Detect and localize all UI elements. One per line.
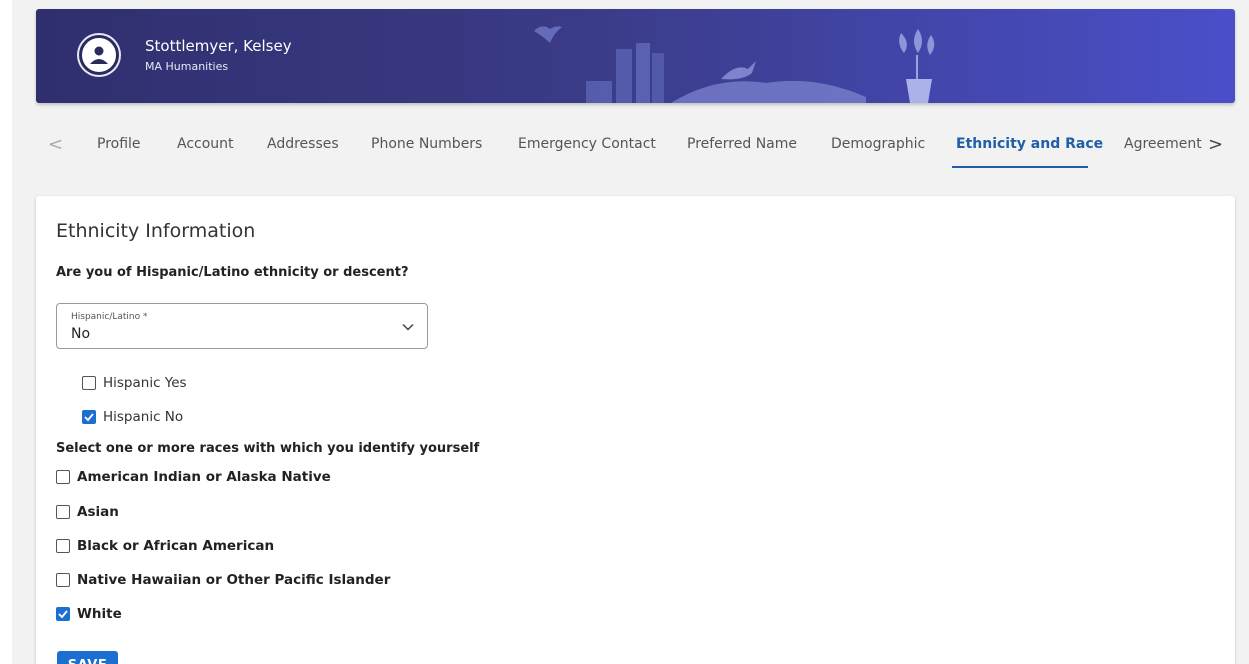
tab-profile[interactable]: Profile	[97, 136, 141, 152]
race-option-native-hawaiian[interactable]: Native Hawaiian or Other Pacific Islande…	[56, 572, 390, 588]
active-tab-indicator	[952, 166, 1088, 168]
option-label: Hispanic Yes	[103, 375, 187, 391]
checkbox-hispanic-no[interactable]	[82, 410, 96, 424]
checkbox-white[interactable]	[56, 607, 70, 621]
tab-account[interactable]: Account	[177, 136, 234, 152]
option-label: Asian	[77, 504, 119, 520]
hispanic-latino-select[interactable]: Hispanic/Latino * No	[56, 303, 428, 349]
library-illustration	[534, 26, 935, 103]
race-question: Select one or more races with which you …	[56, 441, 480, 456]
tab-addresses[interactable]: Addresses	[267, 136, 339, 152]
chevron-left-icon[interactable]: <	[48, 134, 63, 155]
tab-preferred-name[interactable]: Preferred Name	[687, 136, 797, 152]
tab-phone-numbers[interactable]: Phone Numbers	[371, 136, 482, 152]
check-icon	[58, 610, 68, 619]
option-label: Native Hawaiian or Other Pacific Islande…	[77, 572, 391, 588]
select-value: No	[71, 326, 91, 342]
select-label: Hispanic/Latino *	[71, 312, 148, 322]
option-label: American Indian or Alaska Native	[77, 469, 331, 485]
hispanic-no-option[interactable]: Hispanic No	[82, 409, 183, 425]
race-option-white[interactable]: White	[56, 606, 122, 622]
page-edge	[0, 0, 12, 664]
profile-tab-bar: < Profile Account Addresses Phone Number…	[36, 122, 1235, 170]
race-option-american-indian[interactable]: American Indian or Alaska Native	[56, 469, 331, 485]
tab-overflow-clip: Agreement	[1122, 122, 1202, 170]
save-button[interactable]: SAVE	[57, 651, 118, 664]
checkbox-american-indian[interactable]	[56, 470, 70, 484]
checkbox-asian[interactable]	[56, 505, 70, 519]
chevron-down-icon	[402, 323, 414, 331]
profile-header-banner: Stottlemyer, Kelsey MA Humanities	[36, 9, 1235, 103]
tab-emergency-contact[interactable]: Emergency Contact	[518, 136, 656, 152]
option-label: Black or African American	[77, 538, 275, 554]
hispanic-yes-option[interactable]: Hispanic Yes	[82, 375, 187, 391]
tab-agreement[interactable]: Agreement	[1124, 136, 1202, 152]
account-circle-icon	[79, 35, 119, 75]
user-name: Stottlemyer, Kelsey	[145, 37, 292, 55]
checkbox-hispanic-yes[interactable]	[82, 376, 96, 390]
ethnicity-question: Are you of Hispanic/Latino ethnicity or …	[56, 265, 409, 280]
checkbox-black[interactable]	[56, 539, 70, 553]
tab-ethnicity-and-race[interactable]: Ethnicity and Race	[956, 136, 1103, 152]
race-option-asian[interactable]: Asian	[56, 504, 119, 520]
section-title: Ethnicity Information	[56, 220, 256, 242]
chevron-right-icon[interactable]: >	[1208, 134, 1223, 155]
option-label: White	[77, 606, 122, 622]
tab-demographic[interactable]: Demographic	[831, 136, 925, 152]
user-program: MA Humanities	[145, 60, 229, 73]
option-label: Hispanic No	[103, 409, 184, 425]
checkbox-native-hawaiian[interactable]	[56, 573, 70, 587]
ethnicity-race-card: Ethnicity Information Are you of Hispani…	[36, 196, 1235, 664]
check-icon	[84, 413, 94, 422]
race-option-black[interactable]: Black or African American	[56, 538, 274, 554]
